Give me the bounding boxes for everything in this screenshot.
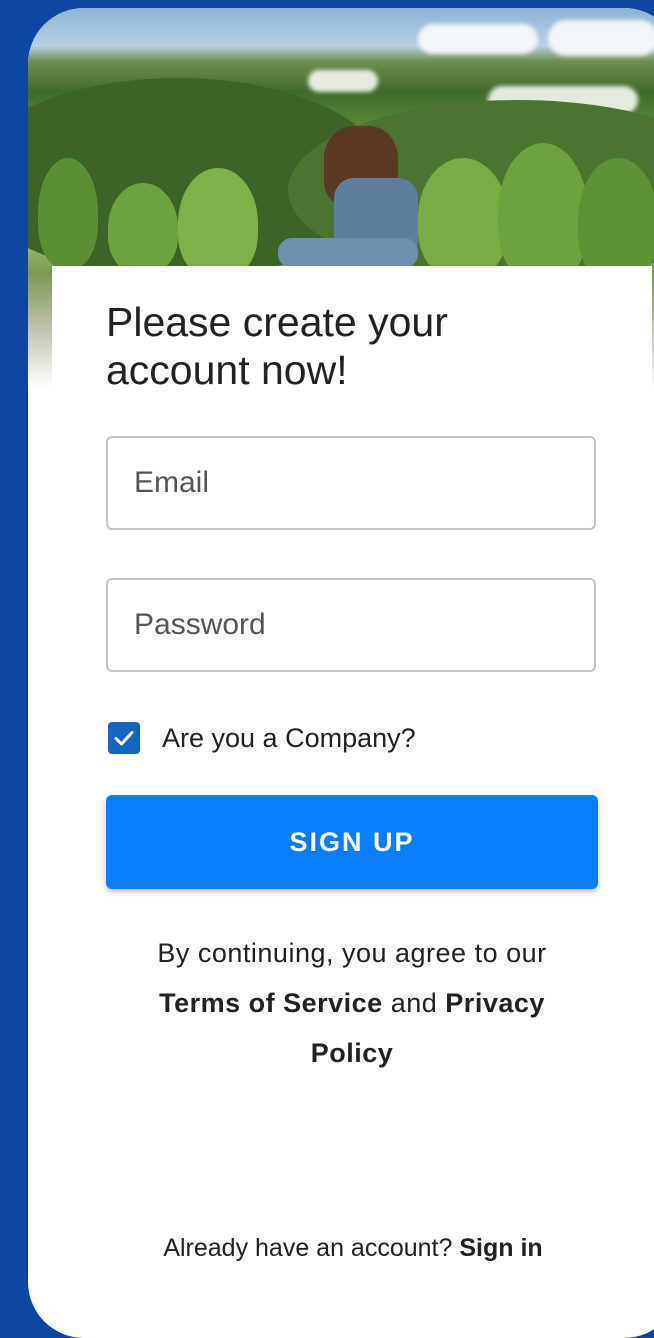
terms-and: and bbox=[390, 988, 438, 1018]
password-field[interactable] bbox=[106, 578, 596, 672]
page-title: Please create your account now! bbox=[106, 298, 586, 394]
company-checkbox-label: Are you a Company? bbox=[162, 722, 416, 753]
phone-frame: Please create your account now! Are you … bbox=[28, 8, 654, 1338]
company-checkbox[interactable] bbox=[108, 722, 140, 754]
terms-of-service-link[interactable]: Terms of Service bbox=[159, 988, 383, 1018]
title-line-2: account now! bbox=[106, 347, 348, 393]
privacy-policy-link-2[interactable]: Policy bbox=[311, 1038, 394, 1068]
email-input[interactable] bbox=[108, 438, 594, 528]
password-input[interactable] bbox=[108, 580, 594, 670]
sign-in-prompt: Already have an account? bbox=[163, 1234, 453, 1262]
terms-text: By continuing, you agree to our Terms of… bbox=[106, 928, 598, 1078]
sign-up-button[interactable]: SIGN UP bbox=[106, 795, 598, 889]
title-line-1: Please create your bbox=[106, 299, 448, 345]
privacy-policy-link[interactable]: Privacy bbox=[445, 988, 545, 1018]
sign-in-row: Already have an account? Sign in bbox=[28, 1234, 654, 1263]
check-icon bbox=[114, 731, 134, 746]
company-checkbox-row[interactable]: Are you a Company? bbox=[108, 716, 416, 760]
terms-prefix: By continuing, you agree to our bbox=[157, 938, 547, 968]
email-field[interactable] bbox=[106, 436, 596, 530]
sign-in-link[interactable]: Sign in bbox=[459, 1234, 542, 1262]
